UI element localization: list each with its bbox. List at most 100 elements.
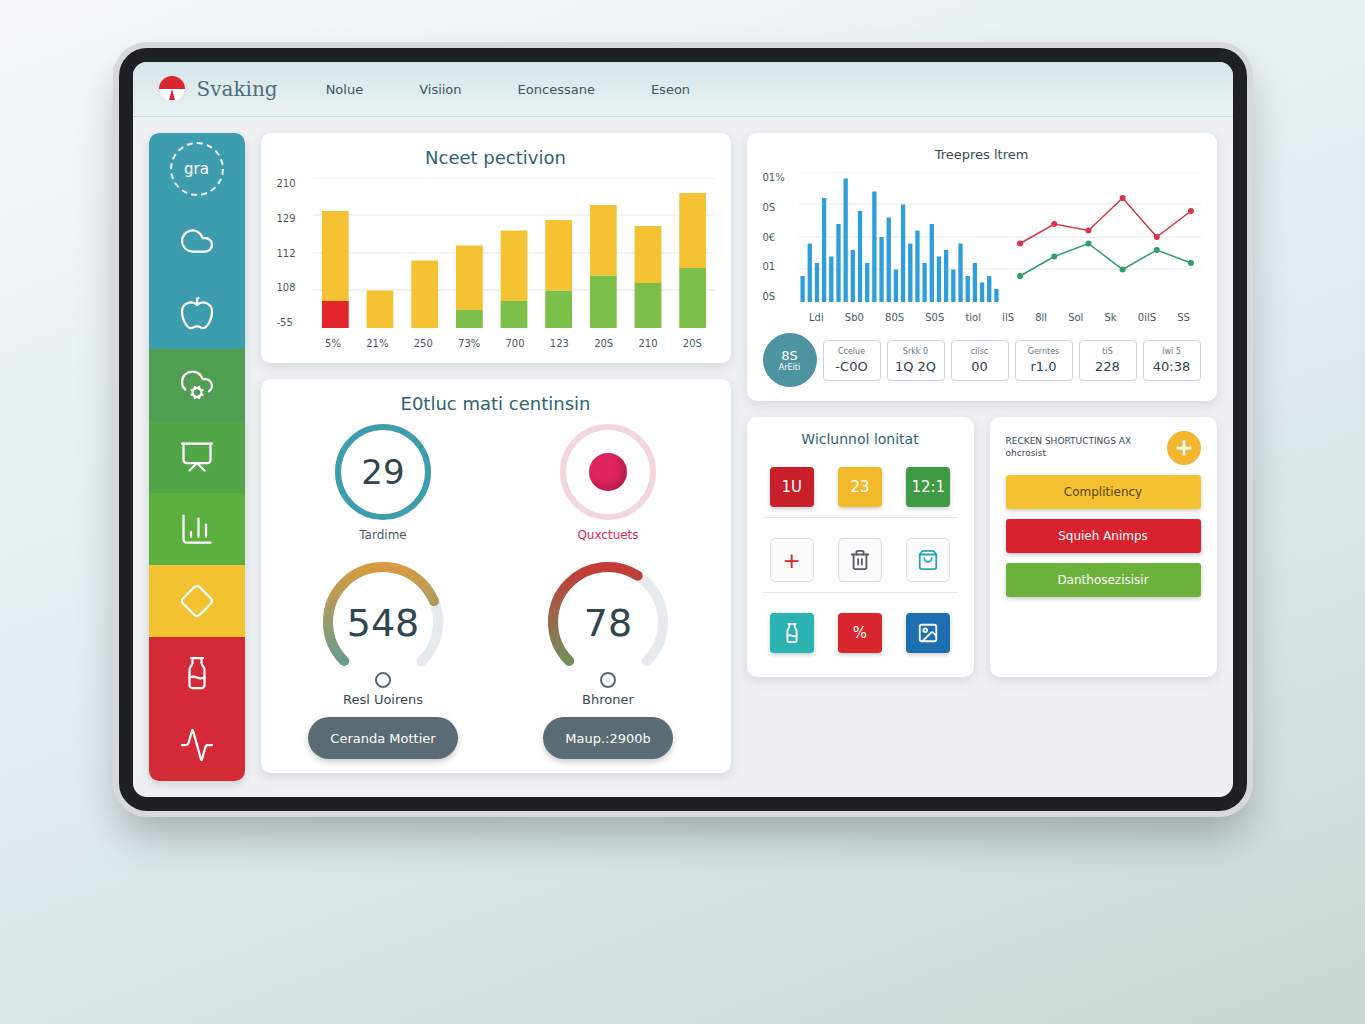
bar[interactable]	[366, 291, 393, 329]
spike	[965, 276, 969, 302]
buttons-row: Ceranda Mottier Maup.:2900b	[277, 717, 715, 759]
bar[interactable]	[634, 226, 661, 328]
bar[interactable]	[589, 205, 616, 328]
line-chart-plot	[799, 172, 1201, 302]
shortcut-button[interactable]: Squieh Animps	[1006, 519, 1201, 553]
nav-item[interactable]: Nolue	[326, 82, 364, 97]
sidebar-item[interactable]	[149, 709, 245, 781]
sidebar-item[interactable]	[149, 205, 245, 277]
nav-item[interactable]: Eoncessane	[518, 82, 595, 97]
number-tile[interactable]: 23	[838, 467, 882, 507]
action-tile[interactable]: +	[770, 538, 814, 582]
tablet: SvakingNolueVisiionEoncessaneEseongraNce…	[119, 48, 1247, 811]
gauge-value: 548	[347, 601, 420, 645]
bag-icon	[917, 549, 939, 571]
x-tick: 8ll	[1035, 312, 1047, 323]
line-point[interactable]	[1187, 208, 1193, 214]
spike	[821, 198, 825, 302]
action-tile[interactable]	[838, 538, 882, 582]
stat-value: 00	[971, 359, 988, 374]
bar-segment	[545, 291, 572, 329]
bar-segment	[500, 231, 527, 302]
bar[interactable]	[500, 231, 527, 329]
line-point[interactable]	[1187, 260, 1193, 266]
ring-meter: Quxctuets	[560, 424, 656, 542]
line-point[interactable]	[1017, 241, 1023, 247]
line-point[interactable]	[1153, 247, 1159, 253]
y-tick: 108	[277, 282, 307, 293]
sidebar-item[interactable]	[149, 565, 245, 637]
spike	[893, 270, 897, 303]
shortcut-button[interactable]: Danthosezisisir	[1006, 563, 1201, 597]
line-point[interactable]	[1085, 228, 1091, 234]
app-tile[interactable]	[770, 613, 814, 653]
bar[interactable]	[321, 211, 348, 328]
ring: 29	[335, 424, 431, 520]
line-point[interactable]	[1051, 254, 1057, 260]
shortcut-title: RECKEN SHORTUCTINGS AX ohcrosist	[1006, 436, 1159, 459]
stat-box: Gerntesr1.0	[1015, 340, 1073, 381]
line-point[interactable]	[1119, 195, 1125, 201]
ring-meter: 29Tardime	[335, 424, 431, 542]
nav: Nolue Visiion Eoncessane Eseon	[326, 82, 690, 97]
line-point[interactable]	[1119, 267, 1125, 273]
x-tick: 0ilS	[1138, 312, 1156, 323]
x-tick: Sk	[1105, 312, 1117, 323]
bar[interactable]	[411, 261, 438, 329]
sidebar-item[interactable]	[149, 421, 245, 493]
logo-text: Svaking	[197, 77, 278, 101]
app-tile[interactable]: %	[838, 613, 882, 653]
line-point[interactable]	[1153, 234, 1159, 240]
cloud-icon	[179, 223, 215, 259]
pill-button[interactable]: Ceranda Mottier	[308, 717, 457, 759]
stat-value: 1Q 2Q	[895, 359, 936, 374]
logo-icon	[157, 74, 187, 104]
logo: Svaking	[157, 74, 278, 104]
sidebar-item[interactable]	[149, 493, 245, 565]
spike	[979, 283, 983, 303]
sidebar-item[interactable]	[149, 349, 245, 421]
add-button[interactable]	[1167, 431, 1201, 465]
x-tick: S0S	[925, 312, 944, 323]
app-tile[interactable]	[906, 613, 950, 653]
line-point[interactable]	[1085, 241, 1091, 247]
y-tick: 210	[277, 178, 307, 189]
y-tick: 0€	[763, 232, 793, 243]
bar[interactable]	[545, 220, 572, 328]
widget-card: Wiclunnol lonitat1U2312:1+%	[747, 417, 974, 677]
stat-badge: 8SArEiti	[763, 333, 817, 387]
bottle-icon	[781, 622, 803, 644]
sidebar-item[interactable]	[149, 277, 245, 349]
spike	[922, 263, 926, 302]
gauge-dial: 78	[538, 552, 678, 682]
sidebar-item[interactable]	[149, 637, 245, 709]
action-tile[interactable]	[906, 538, 950, 582]
spike	[929, 224, 933, 302]
stat-caption: lwi 5	[1162, 347, 1181, 356]
shortcut-button[interactable]: Complitiency	[1006, 475, 1201, 509]
gauge: 78Bhroner	[538, 552, 678, 707]
status-card: E0tluc mati centinsin29TardimeQuxctuets5…	[261, 379, 731, 773]
line-point[interactable]	[1017, 273, 1023, 279]
x-tick: 250	[414, 338, 433, 349]
x-axis: 5%21%25073%70012320S21020S	[277, 338, 715, 349]
line-chart: 01%0S0€010S	[763, 172, 1201, 302]
line-point[interactable]	[1051, 221, 1057, 227]
app-row: %	[763, 603, 958, 663]
nav-item[interactable]: Visiion	[419, 82, 461, 97]
stat-box: Srkk 0 1Q 2Q	[887, 340, 945, 381]
number-tile[interactable]: 1U	[770, 467, 814, 507]
nav-item[interactable]: Eseon	[651, 82, 690, 97]
number-tile[interactable]: 12:1	[906, 467, 950, 507]
pill-button[interactable]: Maup.:2900b	[543, 717, 673, 759]
spike	[850, 250, 854, 302]
stat-caption: Srkk 0	[903, 347, 928, 356]
y-tick: 0S	[763, 202, 793, 213]
sidebar-item[interactable]: gra	[149, 133, 245, 205]
bar-chart-plot	[313, 178, 715, 328]
spike	[908, 244, 912, 303]
stat-box: cilsc00	[951, 340, 1009, 381]
bar-segment	[455, 310, 482, 328]
bar[interactable]	[679, 193, 706, 328]
bar[interactable]	[455, 246, 482, 329]
